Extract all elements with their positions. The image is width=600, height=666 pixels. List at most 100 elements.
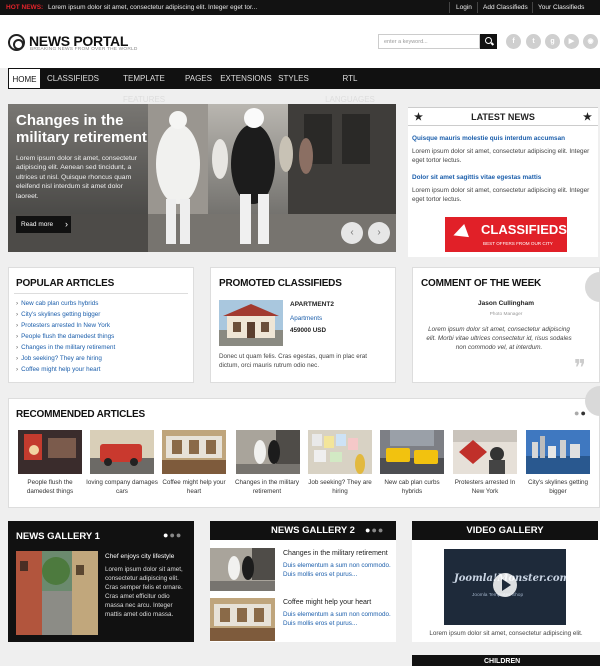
promoted-item-name[interactable]: APARTMENT2 — [290, 301, 334, 308]
latest-news-text: Lorem ipsum dolor sit amet, consectetur … — [412, 148, 590, 164]
latest-news-link[interactable]: Dolor sit amet sagittis vitae egestas ma… — [412, 174, 541, 181]
popular-article-link[interactable]: People flush the damedest things — [16, 333, 114, 340]
facebook-icon[interactable]: f — [506, 34, 521, 49]
popular-article-link[interactable]: Protesters arrested In New York — [16, 322, 110, 329]
divider — [449, 2, 450, 13]
classifieds-banner-subtitle: BEST OFFERS FROM OUR CITY — [483, 241, 553, 246]
youtube-icon[interactable]: ▶ — [564, 34, 579, 49]
bottom-section-title: CHILDREN — [484, 658, 521, 665]
gallery-2-photo[interactable] — [210, 598, 275, 641]
gallery-2-item-title[interactable]: Changes in the military retirement — [283, 550, 388, 557]
nav-item-template-features[interactable]: TEMPLATE FEATURES — [104, 68, 184, 104]
video-caption: Lorem ipsum dolor sit amet, consectetur … — [429, 630, 583, 637]
search-button[interactable] — [480, 34, 497, 49]
comment-author-role: Photo Manager — [489, 312, 523, 317]
slider-prev-button[interactable]: ‹ — [341, 222, 363, 244]
comment-author: Jason Cullingham — [478, 300, 534, 307]
recommended-thumb[interactable] — [162, 430, 226, 474]
promoted-item-text: Donec ut quam felis. Cras egestas, quam … — [219, 353, 368, 369]
recommended-caption[interactable]: City's skylines getting bigger — [522, 479, 594, 496]
latest-news-text: Lorem ipsum dolor sit amet, consectetur … — [412, 187, 590, 203]
popular-article-link[interactable]: New cab plan curbs hybrids — [16, 300, 98, 307]
nav-item-classifieds[interactable]: CLASSIFIEDS — [46, 68, 100, 89]
comment-title: COMMENT OF THE WEEK — [421, 278, 542, 289]
search-input[interactable]: enter a keyword... — [378, 34, 480, 49]
googleplus-icon[interactable]: g — [545, 34, 560, 49]
video-player[interactable]: Joomla!Monster.com Joomla Templates Shop — [444, 549, 566, 625]
comment-text: Lorem ipsum dolor sit amet, consectetur … — [426, 326, 572, 351]
recommended-thumb[interactable] — [526, 430, 590, 474]
nav-item-rtl-languages[interactable]: RTL LANGUAGES — [318, 68, 382, 104]
bottom-section-bar: CHILDREN — [412, 655, 600, 666]
megaphone-icon — [451, 224, 469, 242]
recommended-caption[interactable]: Protesters arrested In New York — [449, 479, 521, 496]
gallery-2-item-text[interactable]: Duis elementum a sum non commodo. Duis m… — [283, 611, 395, 628]
hot-news-label: HOT NEWS: — [6, 4, 44, 11]
promoted-item-price: 459000 USD — [290, 327, 327, 334]
recommended-caption[interactable]: People flush the damedest things — [14, 479, 86, 496]
gallery-2-photo[interactable] — [210, 548, 275, 591]
promoted-item-photo[interactable] — [219, 300, 283, 346]
quote-icon: ❞ — [574, 356, 586, 381]
nav-item-styles[interactable]: STYLES — [278, 68, 309, 89]
promoted-classifieds-title: PROMOTED CLASSIFIEDS — [219, 278, 342, 289]
recommended-caption[interactable]: Changes in the military retirement — [231, 479, 303, 496]
divider — [532, 2, 533, 13]
main-nav: HOME CLASSIFIEDS TEMPLATE FEATURES PAGES… — [8, 68, 600, 104]
slider-next-button[interactable]: › — [368, 222, 390, 244]
recommended-thumb[interactable] — [380, 430, 444, 474]
hot-news-ticker[interactable]: Lorem ipsum dolor sit amet, consectetur … — [48, 4, 257, 11]
nav-item-pages[interactable]: PAGES — [184, 68, 213, 89]
popular-article-link[interactable]: Job seeking? They are hiring — [16, 355, 102, 362]
recommended-thumb[interactable] — [236, 430, 300, 474]
recommended-caption[interactable]: New cab plan curbs hybrids — [376, 479, 448, 496]
latest-news-link[interactable]: Quisque mauris molestie quis interdum ac… — [412, 135, 565, 142]
twitter-icon[interactable]: t — [526, 34, 541, 49]
play-icon — [502, 579, 511, 591]
news-gallery-1-title: NEWS GALLERY 1 — [16, 531, 100, 542]
rss-icon[interactable]: ◉ — [583, 34, 598, 49]
news-gallery-2-header: NEWS GALLERY 2 ●●● — [210, 521, 396, 540]
nav-item-extensions[interactable]: EXTENSIONS — [220, 68, 272, 89]
nav-item-home[interactable]: HOME — [8, 68, 41, 89]
recommended-thumb[interactable] — [90, 430, 154, 474]
top-bar: HOT NEWS: Lorem ipsum dolor sit amet, co… — [0, 0, 600, 15]
slider-title[interactable]: Changes in the military retirement — [16, 112, 147, 146]
popular-articles-title: POPULAR ARTICLES — [16, 278, 115, 289]
site-tagline: BREAKING NEWS FROM OVER THE WORLD — [30, 47, 138, 52]
recommended-thumb[interactable] — [18, 430, 82, 474]
gallery-1-caption-text: Lorem ipsum dolor sit amet, consectetur … — [105, 566, 183, 618]
star-icon: ★ — [414, 112, 423, 123]
popular-article-link[interactable]: Coffee might help your heart — [16, 366, 100, 373]
login-link[interactable]: Login — [456, 4, 472, 11]
logo-icon[interactable] — [8, 34, 25, 51]
recommended-thumb[interactable] — [308, 430, 372, 474]
classifieds-banner[interactable]: CLASSIFIEDS BEST OFFERS FROM OUR CITY — [445, 217, 567, 252]
popular-article-link[interactable]: City's skylines getting bigger — [16, 311, 100, 318]
read-more-button[interactable]: Read more — [16, 216, 71, 233]
divider — [477, 2, 478, 13]
carousel-dots[interactable]: ●● — [574, 408, 587, 418]
carousel-dots[interactable]: ●●● — [365, 521, 384, 540]
recommended-caption[interactable]: Job seeking? They are hiring — [304, 479, 376, 496]
divider — [14, 293, 188, 294]
your-classifieds-link[interactable]: Your Classifieds — [538, 4, 584, 11]
latest-news-heading: ★ LATEST NEWS ★ — [408, 107, 598, 126]
slider-text: Lorem ipsum dolor sit amet, consectetur … — [16, 155, 137, 200]
recommended-caption[interactable]: Ioving company damages cars — [86, 479, 158, 496]
add-classifieds-link[interactable]: Add Classifieds — [483, 4, 528, 11]
promoted-item-category[interactable]: Apartments — [290, 315, 322, 322]
gallery-2-item-title[interactable]: Coffee might help your heart — [283, 599, 371, 606]
gallery-1-photo[interactable] — [16, 551, 98, 635]
recommended-caption[interactable]: Coffee might help your heart — [158, 479, 230, 496]
gallery-2-item-text[interactable]: Duis elementum a sum non commodo. Duis m… — [283, 562, 395, 579]
recommended-thumb[interactable] — [453, 430, 517, 474]
recommended-articles-title: RECOMMENDED ARTICLES — [16, 409, 145, 420]
play-button[interactable] — [493, 573, 517, 597]
popular-article-link[interactable]: Changes in the military retirement — [16, 344, 115, 351]
classifieds-banner-title: CLASSIFIEDS — [481, 222, 567, 237]
star-icon: ★ — [583, 112, 592, 123]
news-gallery-2-title: NEWS GALLERY 2 — [271, 525, 355, 536]
carousel-dots[interactable]: ●●● — [163, 530, 182, 540]
gallery-1-caption-title[interactable]: Chef enjoys city lifestyle — [105, 553, 174, 560]
